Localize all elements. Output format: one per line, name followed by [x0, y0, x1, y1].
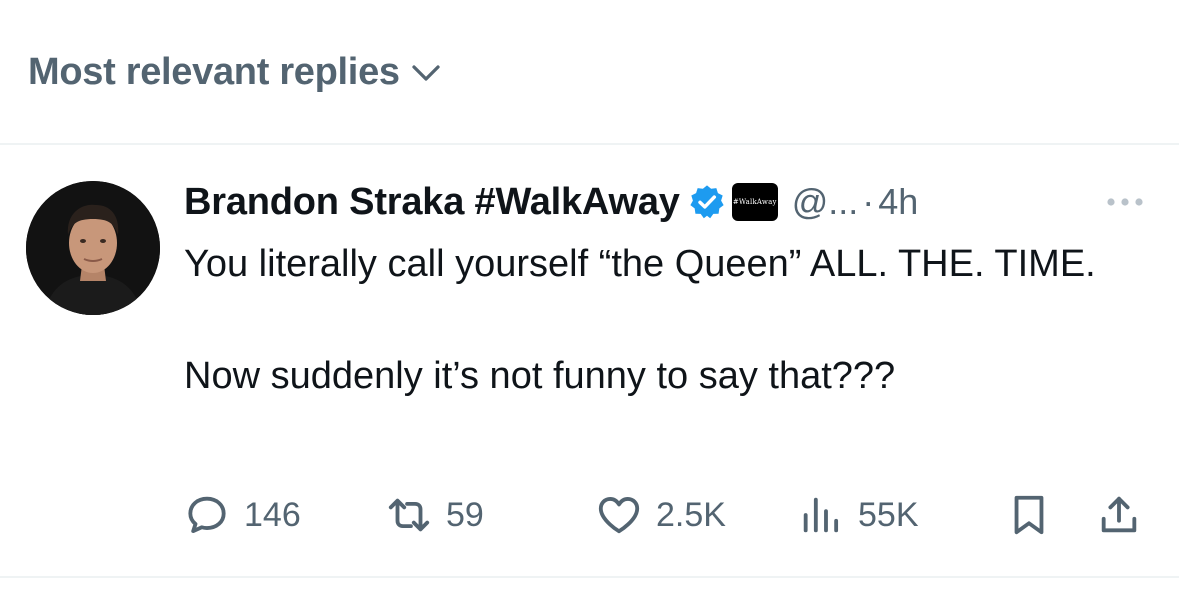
views-count: 55K: [858, 495, 919, 534]
sort-replies-dropdown[interactable]: Most relevant replies: [28, 44, 444, 100]
avatar-image: [26, 181, 160, 315]
author-name[interactable]: Brandon Straka #WalkAway: [184, 181, 680, 224]
repost-icon: [388, 498, 430, 532]
separator-dot: ·: [862, 181, 875, 222]
reply-icon: [188, 496, 226, 534]
divider: [0, 143, 1179, 145]
like-icon: [598, 496, 640, 534]
post-header: Brandon Straka #WalkAway #WalkAway @... …: [184, 176, 1147, 228]
share-icon: [1101, 496, 1137, 533]
sort-label: Most relevant replies: [28, 50, 400, 93]
bookmark-icon: [1014, 495, 1044, 535]
bookmark-button[interactable]: [1006, 488, 1052, 542]
author-handle[interactable]: @...: [792, 181, 859, 223]
chevron-down-icon: [412, 65, 440, 81]
views-icon: [803, 497, 839, 533]
post-line: You literally call yourself “the Queen” …: [184, 243, 1096, 285]
post-time[interactable]: 4h: [878, 181, 918, 223]
reply-count: 146: [244, 495, 301, 534]
post-line: Now suddenly it’s not funny to say that?…: [184, 355, 896, 397]
repost-count: 59: [446, 495, 484, 534]
action-bar: 146 59 2.5K 55K: [184, 488, 1148, 542]
verified-badge-icon: [690, 185, 724, 219]
repost-button[interactable]: 59: [386, 488, 484, 542]
views-button[interactable]: 55K: [798, 488, 919, 542]
affiliate-badge-text: #WalkAway: [732, 198, 777, 206]
reply-button[interactable]: 146: [184, 488, 301, 542]
divider: [0, 576, 1179, 578]
like-count: 2.5K: [656, 495, 726, 534]
avatar[interactable]: [26, 181, 160, 315]
like-button[interactable]: 2.5K: [596, 488, 726, 542]
affiliate-badge[interactable]: #WalkAway: [731, 183, 778, 221]
more-icon[interactable]: [1103, 187, 1147, 217]
post-text: You literally call yourself “the Queen” …: [184, 236, 1144, 404]
share-button[interactable]: [1096, 488, 1142, 542]
